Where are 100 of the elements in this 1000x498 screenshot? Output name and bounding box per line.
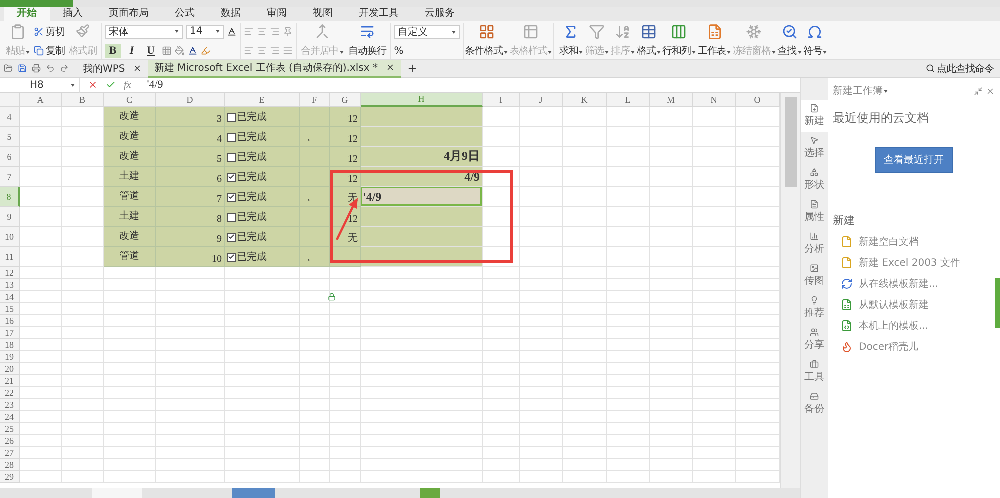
row-header[interactable]: 13	[0, 279, 20, 291]
ribbon-button[interactable]: 求和	[558, 23, 584, 59]
function-button[interactable]: fx	[124, 80, 132, 90]
row-header[interactable]: 20	[0, 363, 20, 375]
column-header[interactable]: E	[225, 93, 300, 107]
new-document-link[interactable]: 新建空白文档	[833, 235, 995, 249]
side-tab[interactable]: 形状	[801, 164, 828, 196]
column-header[interactable]: N	[693, 93, 736, 107]
document-tab[interactable]: 新建 Microsoft Excel 工作表 (自动保存的).xlsx *	[148, 60, 401, 78]
formula-input[interactable]: '4/9	[139, 78, 800, 92]
side-tab[interactable]: 备份	[801, 388, 828, 420]
ribbon-button[interactable]: 工作表	[696, 23, 732, 59]
command-search[interactable]: 点此查找命令	[926, 62, 994, 76]
menu-tab[interactable]: 视图	[300, 7, 346, 21]
new-document-link[interactable]: 新建 Excel 2003 文件	[833, 256, 995, 270]
row-header[interactable]: 22	[0, 387, 20, 399]
row-header[interactable]: 6	[0, 147, 20, 167]
menu-tab[interactable]: 开始	[4, 7, 50, 21]
number-format-select[interactable]: 自定义	[394, 25, 460, 40]
menu-tab[interactable]: 页面布局	[96, 7, 162, 21]
cancel-icon[interactable]	[88, 80, 98, 90]
font-size-select[interactable]: 14	[186, 24, 224, 38]
view-recent-button[interactable]: 查看最近打开	[875, 147, 953, 173]
close-icon[interactable]	[386, 63, 395, 72]
row-header[interactable]: 23	[0, 399, 20, 411]
document-tab[interactable]: 我的WPS	[77, 60, 148, 78]
side-tab[interactable]: 属性	[801, 196, 828, 228]
column-header[interactable]: O	[736, 93, 780, 107]
menu-tab[interactable]: 审阅	[254, 7, 300, 21]
ribbon-button[interactable]: 条件格式	[464, 23, 509, 59]
menu-tab[interactable]: 数据	[208, 7, 254, 21]
checkbox[interactable]	[227, 212, 236, 222]
row-header[interactable]: 25	[0, 423, 20, 435]
new-document-link[interactable]: 从在线模板新建...	[833, 277, 995, 291]
style-button[interactable]: B	[105, 44, 122, 58]
copy-button[interactable]: 复制	[34, 44, 65, 58]
wrap-text-button[interactable]: 自动换行	[348, 23, 388, 59]
ribbon-button[interactable]: 查找	[776, 23, 803, 59]
row-header[interactable]: 28	[0, 459, 20, 471]
side-tab[interactable]: 推荐	[801, 292, 828, 324]
row-header[interactable]: 15	[0, 303, 20, 315]
column-header[interactable]: L	[607, 93, 650, 107]
undo-icon[interactable]	[46, 64, 55, 73]
style-button[interactable]: I	[124, 44, 140, 58]
side-tab[interactable]: 传图	[801, 260, 828, 292]
column-header[interactable]: J	[520, 93, 563, 107]
row-header[interactable]: 26	[0, 435, 20, 447]
column-header[interactable]: D	[156, 93, 225, 107]
checkbox[interactable]	[227, 172, 236, 182]
row-header[interactable]: 21	[0, 375, 20, 387]
row-header[interactable]: 10	[0, 227, 20, 247]
ribbon-button[interactable]: 行和列	[662, 23, 697, 59]
column-header[interactable]: A	[20, 93, 62, 107]
collapse-icon[interactable]	[974, 86, 983, 96]
row-header[interactable]: 16	[0, 315, 20, 327]
close-icon[interactable]	[133, 64, 142, 73]
row-header[interactable]: 11	[0, 247, 20, 267]
column-header[interactable]: C	[104, 93, 156, 107]
folder-icon[interactable]	[4, 64, 13, 73]
ribbon-button[interactable]: 格式	[636, 23, 662, 59]
pane-handle[interactable]	[995, 278, 1000, 328]
column-header[interactable]: G	[330, 93, 361, 107]
column-header[interactable]: K	[563, 93, 607, 107]
printer-icon[interactable]	[32, 64, 41, 73]
percent-button[interactable]: %	[394, 46, 404, 57]
row-header[interactable]: 5	[0, 127, 20, 147]
save-icon[interactable]	[18, 64, 27, 73]
menu-tab[interactable]: 公式	[162, 7, 208, 21]
style-button[interactable]: U	[143, 44, 160, 58]
plus-icon[interactable]	[406, 63, 418, 74]
new-document-link[interactable]: 本机上的模板...	[833, 319, 995, 333]
side-tab[interactable]: 工具	[801, 356, 828, 388]
side-tab[interactable]: 分享	[801, 324, 828, 356]
ribbon-button[interactable]: 符号	[802, 23, 828, 59]
cut-button[interactable]: 剪切	[34, 24, 65, 38]
row-header[interactable]: 27	[0, 447, 20, 459]
column-header[interactable]: F	[300, 93, 330, 107]
row-header[interactable]: 12	[0, 267, 20, 279]
column-header[interactable]: I	[483, 93, 520, 107]
checkbox[interactable]	[227, 192, 236, 202]
column-header[interactable]: B	[62, 93, 104, 107]
row-header[interactable]: 9	[0, 207, 20, 227]
check-icon[interactable]	[106, 80, 116, 90]
column-header[interactable]: M	[650, 93, 693, 107]
scrollbar-thumb[interactable]	[784, 97, 796, 187]
checkbox[interactable]	[227, 252, 236, 262]
font-name-select[interactable]: 宋体	[105, 24, 184, 38]
row-header[interactable]: 8	[0, 187, 20, 207]
new-document-link[interactable]: 从默认模板新建	[833, 298, 995, 312]
checkbox[interactable]	[227, 112, 236, 122]
menu-tab[interactable]: 插入	[50, 7, 96, 21]
row-header[interactable]: 14	[0, 291, 20, 303]
menu-tab[interactable]: 开发工具	[346, 7, 412, 21]
side-tab[interactable]: 分析	[801, 228, 828, 260]
column-header[interactable]: H	[361, 93, 483, 107]
redo-icon[interactable]	[60, 64, 69, 73]
menu-tab[interactable]: 云服务	[412, 7, 468, 21]
selected-cell[interactable]: '4/9	[361, 187, 483, 207]
checkbox[interactable]	[227, 132, 236, 142]
row-header[interactable]: 19	[0, 351, 20, 363]
